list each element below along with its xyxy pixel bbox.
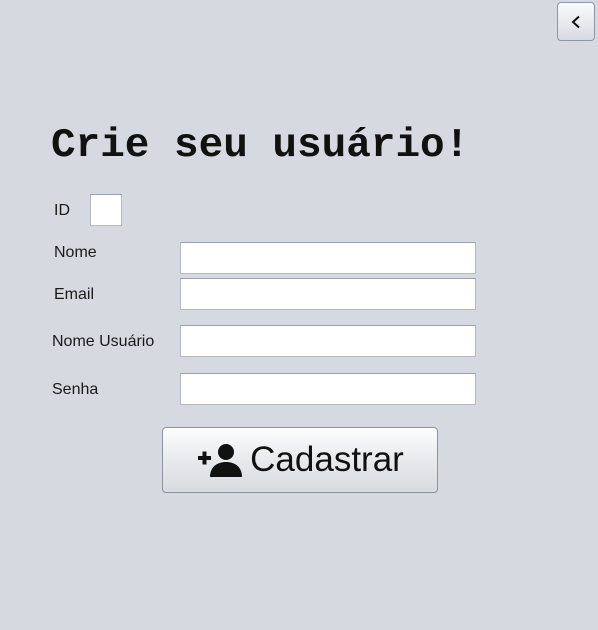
username-field[interactable] bbox=[180, 325, 476, 357]
password-label: Senha bbox=[52, 381, 99, 398]
id-label: ID bbox=[54, 202, 70, 219]
back-button[interactable] bbox=[557, 2, 595, 41]
email-label: Email bbox=[54, 286, 95, 303]
name-label: Nome bbox=[54, 244, 97, 261]
name-field[interactable] bbox=[180, 242, 476, 274]
chevron-left-icon bbox=[571, 15, 580, 28]
user-plus-icon bbox=[198, 444, 243, 477]
username-label: Nome Usuário bbox=[52, 333, 155, 350]
email-field[interactable] bbox=[180, 278, 476, 310]
register-button[interactable]: Cadastrar bbox=[162, 427, 438, 493]
page-title: Crie seu usuário! bbox=[51, 123, 470, 169]
register-button-label: Cadastrar bbox=[250, 440, 404, 479]
password-field[interactable] bbox=[180, 373, 476, 405]
id-field[interactable] bbox=[90, 194, 122, 226]
